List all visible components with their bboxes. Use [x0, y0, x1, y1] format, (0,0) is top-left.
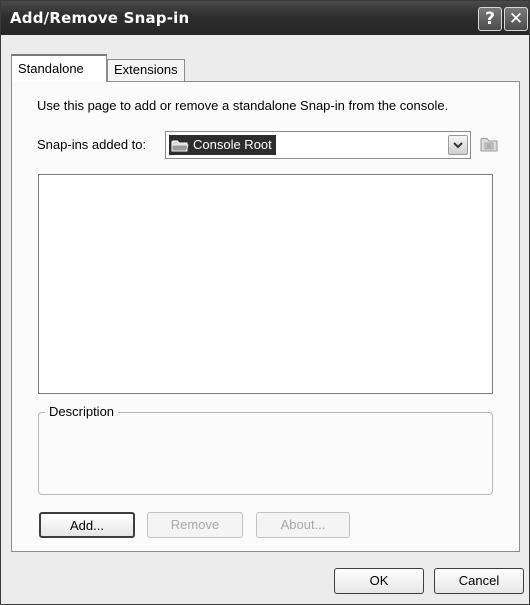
tab-extensions[interactable]: Extensions [107, 59, 185, 81]
description-group [38, 412, 493, 495]
help-button[interactable]: ? [478, 7, 502, 31]
snapins-added-to-label: Snap-ins added to: [37, 137, 147, 152]
cancel-button[interactable]: Cancel [434, 568, 524, 594]
tab-standalone[interactable]: Standalone [11, 54, 107, 82]
window-title: Add/Remove Snap-in [10, 9, 190, 27]
chevron-down-icon [453, 142, 463, 149]
dropdown-selected-label: Console Root [193, 137, 272, 152]
help-icon: ? [485, 9, 495, 29]
folder-icon [171, 140, 189, 151]
dropdown-arrow-button[interactable] [448, 135, 468, 155]
title-bar[interactable]: Add/Remove Snap-in ? ✕ [1, 1, 529, 35]
add-button[interactable]: Add... [39, 512, 135, 538]
tab-extensions-label: Extensions [114, 62, 178, 77]
dropdown-selected-value: Console Root [169, 135, 276, 155]
intro-text: Use this page to add or remove a standal… [37, 98, 449, 113]
add-remove-snapin-dialog: Add/Remove Snap-in ? ✕ Standalone Extens… [0, 0, 530, 605]
tab-standalone-label: Standalone [18, 61, 84, 76]
ok-button[interactable]: OK [334, 568, 424, 594]
description-label: Description [45, 404, 119, 419]
remove-button[interactable]: Remove [147, 512, 243, 538]
snapins-added-to-dropdown[interactable]: Console Root [165, 131, 471, 159]
snapins-list[interactable] [38, 174, 493, 394]
close-icon: ✕ [508, 9, 524, 29]
about-button[interactable]: About... [256, 512, 350, 538]
browse-folder-icon[interactable] [479, 135, 499, 153]
close-button[interactable]: ✕ [504, 7, 528, 31]
